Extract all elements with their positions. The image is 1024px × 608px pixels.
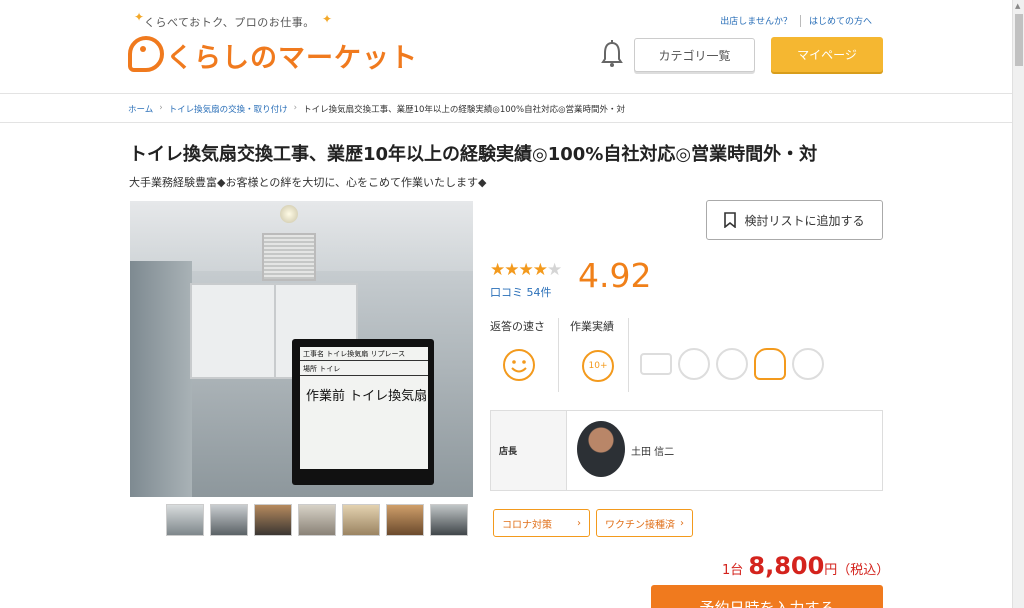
owner-table: 店長 土田 信二	[490, 410, 883, 491]
metric-response-speed: 返答の速さ	[490, 318, 558, 394]
sparkle-icon: ✦	[322, 12, 333, 26]
chevron-right-icon: ›	[577, 517, 581, 529]
star-icon: ★	[532, 260, 548, 280]
photo-vent	[262, 233, 316, 281]
thumbnail[interactable]	[342, 504, 380, 536]
feature-icons	[640, 348, 824, 380]
credit-card-icon	[640, 353, 672, 375]
bookmark-icon	[724, 212, 737, 228]
board-handwriting: 作業前 トイレ換気扇	[306, 389, 428, 404]
chip-label: ワクチン接種済	[605, 519, 675, 531]
price-amount: 8,800	[748, 552, 825, 580]
logo-mark-icon	[128, 36, 164, 72]
logo-text: くらしのマーケット	[166, 43, 418, 74]
metric-label: 返答の速さ	[490, 320, 545, 333]
yen-download-icon	[678, 348, 710, 380]
photo-light	[280, 205, 298, 223]
thumbnail[interactable]	[210, 504, 248, 536]
star-icon: ★	[504, 260, 519, 280]
breadcrumb-current: トイレ換気扇交換工事、業歴10年以上の経験実績◎100%自社対応◎営業時間外・対	[303, 105, 626, 115]
chevron-right-icon: ›	[159, 103, 163, 113]
photo-wall	[130, 261, 192, 497]
thumbnail[interactable]	[430, 504, 468, 536]
add-to-list-label: 検討リストに追加する	[744, 213, 865, 228]
team-icon	[754, 348, 786, 380]
vaccinated-chip[interactable]: ワクチン接種済 ›	[596, 509, 693, 537]
divider	[799, 14, 801, 27]
divider	[0, 122, 1012, 123]
thumbnail[interactable]	[166, 504, 204, 536]
chevron-right-icon: ›	[293, 103, 298, 113]
thumbnail[interactable]	[254, 504, 292, 536]
chevron-right-icon: ›	[680, 517, 684, 529]
sparkle-icon: ✦	[134, 10, 145, 24]
breadcrumb: ホーム › トイレ換気扇の交換・取り付け › トイレ換気扇交換工事、業歴10年以…	[128, 103, 625, 115]
logo-tagline: くらべておトク、プロのお仕事。	[144, 16, 315, 29]
mypage-button[interactable]: マイページ	[771, 37, 883, 72]
scroll-up-icon[interactable]: ▲	[1015, 2, 1020, 10]
photo-thumbnails	[166, 504, 468, 536]
star-rating: ★★★★★	[490, 260, 562, 280]
owner-name[interactable]: 土田 信二	[631, 443, 674, 458]
bell-icon[interactable]	[600, 40, 624, 68]
board-row-work: 工事名 トイレ換気扇 リプレース	[300, 347, 428, 361]
breadcrumb-category[interactable]: トイレ換気扇の交換・取り付け	[169, 103, 288, 115]
star-icon: ★	[547, 260, 562, 280]
top-links: 出店しませんか？ はじめての方へ	[720, 14, 872, 27]
category-list-button[interactable]: カテゴリ一覧	[634, 38, 755, 72]
price-suffix: 円（税込）	[824, 563, 890, 578]
book-datetime-button[interactable]: 予約日時を入力する	[651, 585, 883, 608]
page-subtitle: 大手業務経験豊富◆お客様との絆を大切に、心をこめて作業いたします◆	[129, 176, 487, 189]
whiteboard-paper: 工事名 トイレ換気扇 リプレース 場所 トイレ 作業前 トイレ換気扇	[300, 347, 428, 469]
scrollbar[interactable]: ▲	[1012, 0, 1024, 608]
owner-avatar[interactable]	[577, 421, 625, 477]
main-photo[interactable]: 工事名 トイレ換気扇 リプレース 場所 トイレ 作業前 トイレ換気扇	[130, 201, 473, 497]
thumbnail[interactable]	[298, 504, 336, 536]
smile-icon	[503, 349, 535, 381]
review-count-link[interactable]: 口コミ 54件	[490, 284, 552, 300]
photo-whiteboard: 工事名 トイレ換気扇 リプレース 場所 トイレ 作業前 トイレ換気扇	[292, 339, 434, 485]
star-icon: ★	[518, 260, 534, 280]
scrollbar-thumb[interactable]	[1015, 14, 1023, 66]
add-to-list-button[interactable]: 検討リストに追加する	[706, 200, 883, 240]
link-first-time[interactable]: はじめての方へ	[809, 14, 872, 27]
female-staff-icon	[792, 348, 824, 380]
price-unit: 1台	[722, 563, 744, 578]
chip-label: コロナ対策	[502, 519, 552, 531]
link-become-seller[interactable]: 出店しませんか？	[720, 14, 792, 27]
owner-label: 店長	[491, 411, 567, 490]
star-icon: ★	[490, 260, 505, 280]
page-title: トイレ換気扇交換工事、業歴10年以上の経験実績◎100%自社対応◎営業時間外・対	[129, 144, 818, 165]
site-logo[interactable]: ✦ くらべておトク、プロのお仕事。 ✦ くらしのマーケット	[128, 10, 417, 80]
rating-score: 4.92	[578, 256, 652, 295]
site-header: ✦ くらべておトク、プロのお仕事。 ✦ くらしのマーケット 出店しませんか？ は…	[0, 0, 1012, 94]
covid-measures-chip[interactable]: コロナ対策 ›	[493, 509, 590, 537]
divider	[628, 318, 629, 392]
price: 1台 8,800円（税込）	[722, 552, 889, 580]
record-badge: 10+	[588, 361, 608, 371]
board-row-place: 場所 トイレ	[300, 362, 428, 376]
divider	[558, 318, 559, 392]
thumbnail[interactable]	[386, 504, 424, 536]
yen-receipt-icon	[716, 348, 748, 380]
breadcrumb-home[interactable]: ホーム	[128, 103, 153, 115]
